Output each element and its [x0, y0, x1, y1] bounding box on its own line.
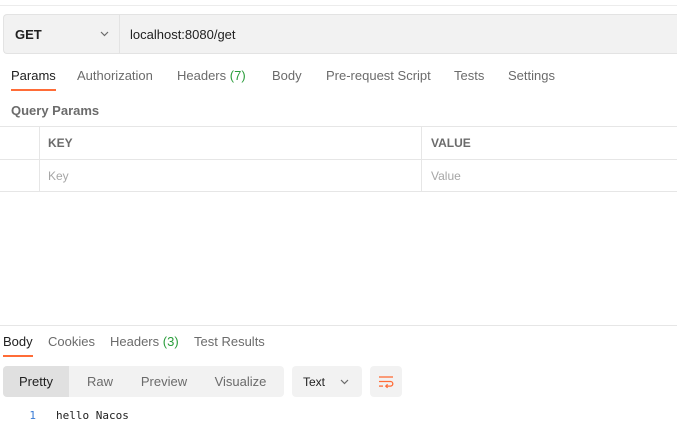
url-input[interactable]: localhost:8080/get — [120, 27, 236, 42]
chevron-down-icon — [100, 31, 109, 37]
value-header: VALUE — [431, 136, 471, 150]
response-body-text: hello Nacos — [56, 409, 129, 422]
view-raw-button[interactable]: Raw — [69, 366, 131, 397]
response-headers-count: (3) — [162, 334, 179, 349]
tab-headers-label: Headers — [177, 68, 227, 83]
value-placeholder: Value — [431, 168, 461, 183]
params-input-row: Key Value — [0, 159, 677, 192]
params-header-row: KEY VALUE — [0, 126, 677, 159]
response-tabs: Body Cookies Headers (3) Test Results — [0, 334, 677, 358]
top-divider — [0, 5, 677, 6]
line-number: 1 — [29, 409, 36, 422]
response-tab-headers-label: Headers — [110, 334, 160, 349]
header-check-cell — [0, 127, 40, 159]
tab-settings[interactable]: Settings — [508, 68, 555, 83]
response-tab-cookies[interactable]: Cookies — [48, 334, 95, 349]
response-tab-cookies-label: Cookies — [48, 334, 95, 349]
key-input[interactable]: Key — [40, 160, 422, 191]
response-tab-body[interactable]: Body — [3, 334, 33, 357]
chevron-down-icon — [340, 379, 349, 384]
response-divider[interactable] — [0, 325, 677, 326]
response-body-line: 1 hello Nacos — [0, 409, 677, 425]
tab-pre-request-script[interactable]: Pre-request Script — [326, 68, 431, 83]
params-table: KEY VALUE Key Value — [0, 126, 677, 192]
view-mode-group: Pretty Raw Preview Visualize — [3, 366, 284, 397]
response-tab-body-label: Body — [3, 334, 33, 349]
headers-count: (7) — [229, 68, 246, 83]
response-tab-test-results[interactable]: Test Results — [194, 334, 265, 349]
method-label: GET — [15, 26, 42, 42]
tab-tests[interactable]: Tests — [454, 68, 484, 83]
response-tab-headers[interactable]: Headers (3) — [110, 334, 179, 349]
response-tab-test-results-label: Test Results — [194, 334, 265, 349]
tab-params-label: Params — [11, 68, 56, 83]
request-bar: GET localhost:8080/get — [3, 14, 677, 54]
tab-body[interactable]: Body — [272, 68, 302, 83]
key-header: KEY — [48, 136, 73, 150]
value-header-cell: VALUE — [422, 127, 677, 159]
row-check-cell — [0, 160, 40, 191]
tab-pre-request-script-label: Pre-request Script — [326, 68, 431, 83]
tab-headers[interactable]: Headers (7) — [177, 68, 246, 83]
format-select[interactable]: Text — [292, 366, 362, 397]
method-select[interactable]: GET — [4, 15, 120, 53]
tab-authorization-label: Authorization — [77, 68, 153, 83]
view-pretty-button[interactable]: Pretty — [3, 366, 69, 397]
wrap-lines-button[interactable] — [370, 366, 402, 397]
view-preview-button[interactable]: Preview — [131, 366, 197, 397]
format-label: Text — [303, 374, 326, 389]
key-placeholder: Key — [48, 168, 69, 183]
tab-settings-label: Settings — [508, 68, 555, 83]
tab-tests-label: Tests — [454, 68, 485, 83]
tab-authorization[interactable]: Authorization — [77, 68, 153, 83]
key-header-cell: KEY — [40, 127, 422, 159]
tab-body-label: Body — [272, 68, 302, 83]
query-params-title: Query Params — [11, 103, 100, 118]
value-input[interactable]: Value — [422, 160, 677, 191]
request-tabs: Params Authorization Headers (7) Body Pr… — [0, 68, 677, 92]
view-visualize-button[interactable]: Visualize — [197, 366, 284, 397]
tab-params[interactable]: Params — [11, 68, 56, 91]
wrap-lines-icon — [379, 375, 394, 388]
